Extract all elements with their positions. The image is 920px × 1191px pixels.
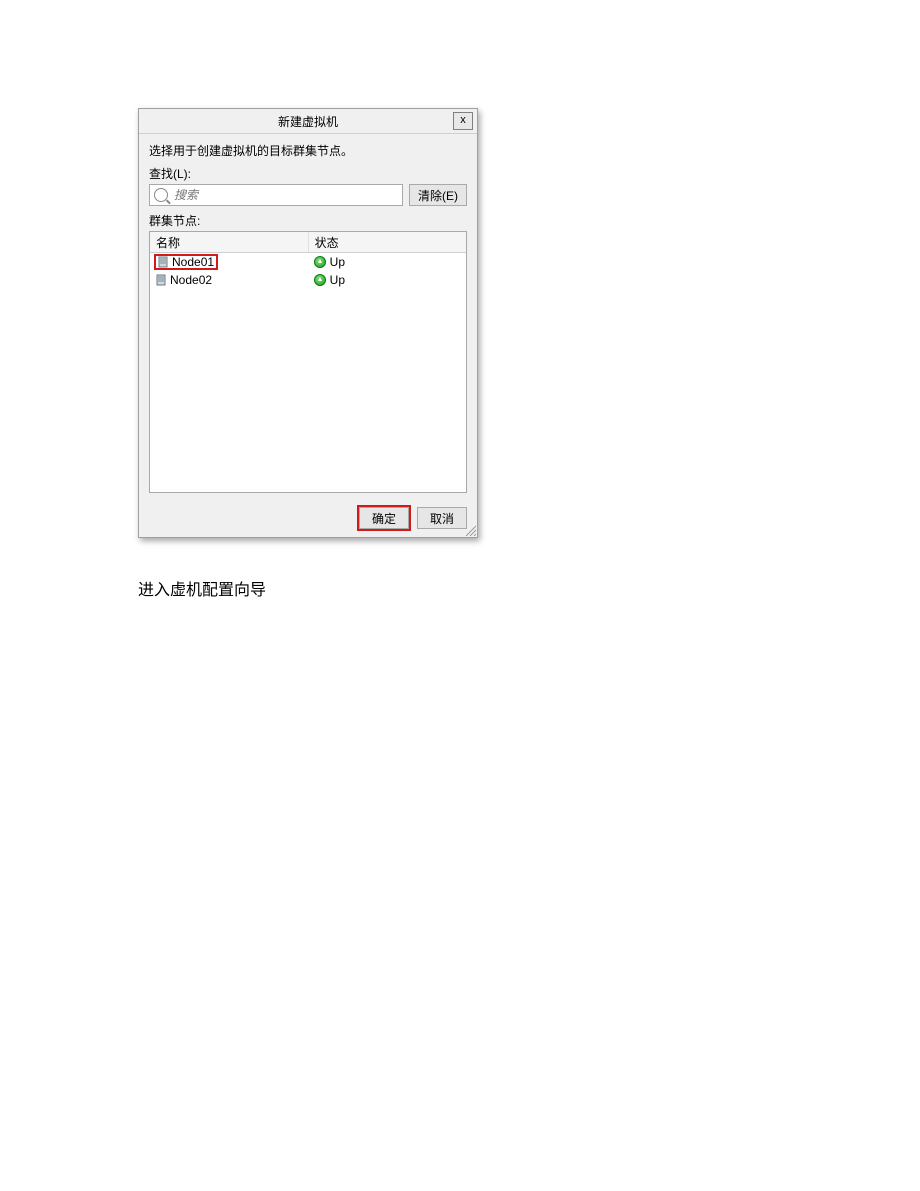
cell-name: Node01 [150, 254, 308, 270]
node-name: Node02 [170, 273, 212, 287]
status-text: Up [330, 255, 345, 269]
cell-status: Up [308, 255, 466, 269]
search-box[interactable] [149, 184, 403, 206]
col-header-status[interactable]: 状态 [309, 232, 466, 252]
search-input[interactable] [172, 187, 398, 203]
nodes-label: 群集节点: [149, 212, 467, 229]
col-header-name[interactable]: 名称 [150, 232, 309, 252]
highlight-box: Node01 [154, 254, 218, 270]
ok-button[interactable]: 确定 [359, 507, 409, 529]
search-label: 查找(L): [149, 165, 467, 182]
status-up-icon [314, 274, 326, 286]
list-header: 名称 状态 [150, 232, 466, 253]
list-body: Node01 Up Node02 [150, 253, 466, 492]
status-up-icon [314, 256, 326, 268]
clear-button[interactable]: 清除(E) [409, 184, 467, 206]
server-icon [158, 256, 168, 268]
node-name: Node01 [172, 255, 214, 269]
titlebar: 新建虚拟机 x [139, 109, 477, 134]
search-row: 清除(E) [149, 184, 467, 206]
table-row[interactable]: Node01 Up [150, 253, 466, 271]
server-icon [156, 274, 166, 286]
status-text: Up [330, 273, 345, 287]
dialog-buttons: 确定 取消 [139, 499, 477, 537]
cancel-button[interactable]: 取消 [417, 507, 467, 529]
dialog-window: 新建虚拟机 x 选择用于创建虚拟机的目标群集节点。 查找(L): 清除(E) 群… [138, 108, 478, 538]
search-icon [154, 188, 168, 202]
dialog-title: 新建虚拟机 [278, 113, 338, 130]
dialog-body: 选择用于创建虚拟机的目标群集节点。 查找(L): 清除(E) 群集节点: 名称 … [139, 134, 477, 499]
dialog: 新建虚拟机 x 选择用于创建虚拟机的目标群集节点。 查找(L): 清除(E) 群… [138, 108, 478, 538]
instruction-text: 选择用于创建虚拟机的目标群集节点。 [149, 142, 467, 159]
close-button[interactable]: x [453, 112, 473, 130]
resize-grip-icon[interactable] [464, 524, 476, 536]
cell-status: Up [308, 273, 466, 287]
page-caption: 进入虚机配置向导 [138, 576, 266, 600]
cell-name: Node02 [150, 273, 308, 287]
nodes-list: 名称 状态 Node01 [149, 231, 467, 493]
table-row[interactable]: Node02 Up [150, 271, 466, 289]
